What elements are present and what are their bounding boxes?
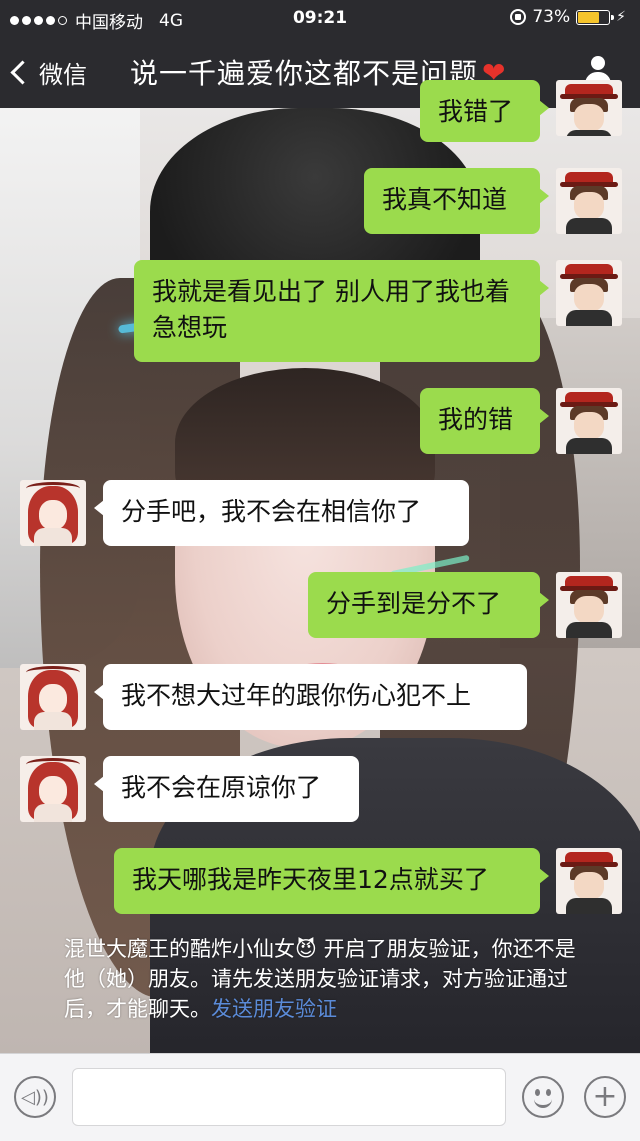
chat-area[interactable]: 我错了 我真不知道 我就是看见出了 别人用了我也着急想玩 我的错 分手吧，我不会… xyxy=(0,80,640,1053)
back-chevron-icon xyxy=(10,59,35,85)
charging-icon: ⚡ xyxy=(616,9,626,25)
message-text: 我错了 xyxy=(438,97,514,126)
contact-avatar[interactable] xyxy=(20,664,86,730)
message-bubble-mine[interactable]: 我错了 xyxy=(420,80,549,142)
message-bubble-mine[interactable]: 我真不知道 xyxy=(364,168,549,234)
my-avatar[interactable] xyxy=(556,168,622,234)
my-avatar[interactable] xyxy=(556,388,622,454)
message-bubble-contact[interactable]: 我不想大过年的跟你伤心犯不上 xyxy=(94,664,527,730)
message-bubble-contact[interactable]: 分手吧，我不会在相信你了 xyxy=(94,480,469,546)
plus-icon[interactable]: + xyxy=(584,1076,626,1118)
contact-avatar[interactable] xyxy=(20,756,86,822)
my-avatar[interactable] xyxy=(556,260,622,326)
message-text: 我的错 xyxy=(438,405,514,434)
back-button[interactable]: 微信 xyxy=(10,36,87,108)
message-text: 我就是看见出了 别人用了我也着急想玩 xyxy=(152,277,510,342)
message-bubble-mine[interactable]: 我就是看见出了 别人用了我也着急想玩 xyxy=(134,260,549,362)
contact-avatar[interactable] xyxy=(20,480,86,546)
friend-verification-notice: 混世大魔王的酷炸小仙女😈 开启了朋友验证，你还不是他（她）朋友。请先发送朋友验证… xyxy=(64,934,594,1024)
my-avatar[interactable] xyxy=(556,80,622,136)
message-input[interactable] xyxy=(72,1068,506,1126)
message-text: 分手吧，我不会在相信你了 xyxy=(121,497,422,526)
nav-bar: 微信 说一千遍爱你这都不是问题 ❤ xyxy=(0,36,640,108)
message-bubble-mine[interactable]: 我的错 xyxy=(420,388,549,454)
voice-icon[interactable]: ◁)) xyxy=(14,1076,56,1118)
message-text: 我不会在原谅你了 xyxy=(121,773,322,802)
message-bubble-mine[interactable]: 分手到是分不了 xyxy=(308,572,549,638)
battery-percent: 73% xyxy=(532,7,571,27)
battery-icon xyxy=(576,9,615,25)
message-text: 我真不知道 xyxy=(382,185,508,214)
my-avatar[interactable] xyxy=(556,572,622,638)
back-label: 微信 xyxy=(39,60,87,89)
status-bar: 中国移动 4G 09:21 73% ⚡ xyxy=(0,0,640,36)
send-verification-link[interactable]: 发送朋友验证 xyxy=(211,997,337,1021)
message-text: 分手到是分不了 xyxy=(326,589,502,618)
message-text: 我天哪我是昨天夜里12点就买了 xyxy=(132,865,489,894)
message-text: 我不想大过年的跟你伤心犯不上 xyxy=(121,681,472,710)
message-bubble-contact[interactable]: 我不会在原谅你了 xyxy=(94,756,359,822)
orientation-lock-icon xyxy=(510,9,527,25)
input-bar: ◁)) + xyxy=(0,1053,640,1141)
message-bubble-mine[interactable]: 我天哪我是昨天夜里12点就买了 xyxy=(114,848,549,914)
my-avatar[interactable] xyxy=(556,848,622,914)
emoji-icon[interactable] xyxy=(522,1076,564,1118)
